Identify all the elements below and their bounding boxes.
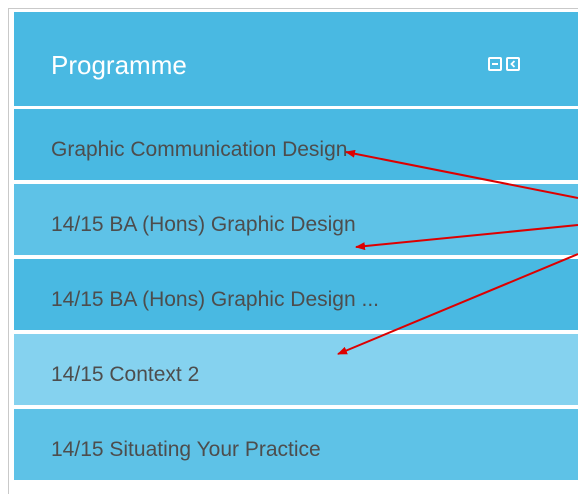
- nav-item-label: 14/15 BA (Hons) Graphic Design: [51, 213, 356, 236]
- programme-block: Programme Graphic Communication Design 1…: [14, 12, 578, 493]
- nav-item-ba-hons-graphic-design[interactable]: 14/15 BA (Hons) Graphic Design: [14, 184, 578, 255]
- nav-item-label: 14/15 BA (Hons) Graphic Design ...: [51, 288, 379, 311]
- nav-item-label: Graphic Communication Design: [51, 138, 348, 161]
- block-title: Programme: [51, 50, 187, 80]
- nav-item-graphic-communication-design[interactable]: Graphic Communication Design: [14, 109, 578, 180]
- nav-item-context-2[interactable]: 14/15 Context 2: [14, 334, 578, 405]
- header-controls: [488, 57, 520, 71]
- chevron-left-icon: [510, 60, 516, 68]
- minimize-icon[interactable]: [488, 57, 502, 71]
- dock-icon[interactable]: [506, 57, 520, 71]
- programme-nav-list: Graphic Communication Design 14/15 BA (H…: [14, 109, 578, 484]
- block-header: Programme: [14, 12, 578, 106]
- nav-item-situating-your-practice[interactable]: 14/15 Situating Your Practice: [14, 409, 578, 480]
- nav-item-label: 14/15 Context 2: [51, 363, 200, 386]
- nav-item-label: 14/15 Situating Your Practice: [51, 438, 321, 461]
- nav-item-ba-hons-graphic-design-truncated[interactable]: 14/15 BA (Hons) Graphic Design ...: [14, 259, 578, 330]
